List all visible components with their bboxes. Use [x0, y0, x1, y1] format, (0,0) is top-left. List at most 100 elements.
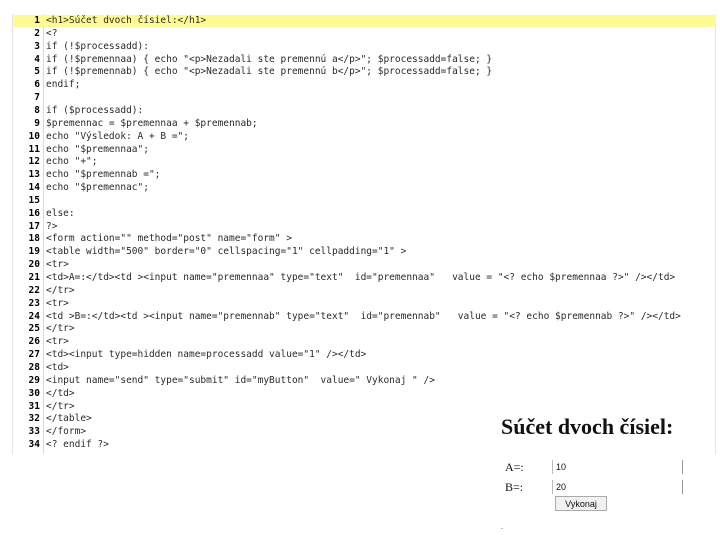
code-line[interactable]: 24 <td >B=:</td><td ><input name="premenn…	[13, 311, 716, 323]
line-text: <td><input type=hidden name=processadd v…	[46, 349, 367, 361]
line-text: <h1>Súčet dvoch čísiel:</h1>	[46, 15, 207, 26]
line-number: 7	[34, 92, 40, 104]
code-line[interactable]: 31 </tr>	[13, 401, 716, 413]
code-line[interactable]: 4 if (!$premennaa) { echo "<p>Nezadali st…	[13, 54, 716, 66]
code-line[interactable]: 12 echo "+";	[13, 156, 716, 168]
code-line[interactable]: 1 <h1>Súčet dvoch čísiel:</h1>	[13, 15, 716, 27]
line-text: </table>	[46, 413, 92, 425]
line-text: echo "$premennaa";	[46, 143, 149, 155]
line-number: 11	[28, 143, 40, 155]
code-line[interactable]: 13 echo "$premennab =";	[13, 169, 716, 181]
code-line[interactable]: 28 <td>	[13, 362, 716, 374]
line-number: 19	[28, 246, 40, 258]
label-a: A=:	[505, 460, 524, 474]
line-number: 14	[28, 182, 40, 194]
preview-title: Súčet dvoch čísiel:	[501, 414, 674, 439]
code-line[interactable]: 23 <tr>	[13, 298, 716, 310]
code-line[interactable]: 16 else:	[13, 208, 716, 220]
label-b: B=:	[505, 480, 524, 494]
line-number: 13	[28, 169, 40, 181]
line-number: 8	[34, 104, 40, 116]
line-number: 34	[28, 439, 40, 451]
line-number: 2	[34, 27, 40, 39]
line-text: if ($processadd):	[46, 104, 144, 116]
line-text: <table width="500" border="0" cellspacin…	[46, 246, 407, 258]
code-line[interactable]: 8 if ($processadd):	[13, 105, 716, 117]
code-line[interactable]: 15	[13, 195, 716, 207]
line-number: 5	[34, 66, 40, 78]
line-number: 23	[28, 297, 40, 309]
code-line[interactable]: 7	[13, 92, 716, 104]
input-a[interactable]: 10	[552, 460, 683, 474]
line-number: 9	[34, 117, 40, 129]
code-line[interactable]: 17 ?>	[13, 221, 716, 233]
line-text: <input name="send" type="submit" id="myB…	[46, 374, 435, 386]
code-line[interactable]: 29 <input name="send" type="submit" id="m…	[13, 375, 716, 387]
code-line[interactable]: 27 <td><input type=hidden name=processadd…	[13, 349, 716, 361]
code-line[interactable]: 30 </td>	[13, 388, 716, 400]
line-text: echo "+";	[46, 156, 98, 168]
code-line[interactable]: 14 echo "$premennac";	[13, 182, 716, 194]
line-text: </form>	[46, 426, 87, 438]
code-line[interactable]: 25 </tr>	[13, 323, 716, 335]
line-number: 20	[28, 259, 40, 271]
line-text: <tr>	[46, 297, 69, 309]
line-text: $premennac = $premennaa + $premennab;	[46, 117, 258, 129]
line-number: 10	[28, 130, 40, 142]
code-line[interactable]: 6 endif;	[13, 79, 716, 91]
line-text: <? endif ?>	[46, 439, 109, 451]
line-text: echo "$premennab =";	[46, 169, 161, 181]
line-text: </tr>	[46, 284, 75, 296]
line-text: <td>A=:</td><td ><input name="premennaa"…	[46, 272, 676, 283]
line-text: if (!$premennab) { echo "<p>Nezadali ste…	[46, 66, 493, 78]
line-number: 22	[28, 284, 40, 296]
line-number: 26	[28, 336, 40, 348]
code-line[interactable]: 10 echo "Výsledok: A + B =";	[13, 131, 716, 143]
code-line[interactable]: 26 <tr>	[13, 336, 716, 348]
line-text: echo "Výsledok: A + B =";	[46, 130, 189, 142]
line-number: 17	[28, 220, 40, 232]
line-text: </td>	[46, 387, 75, 399]
line-text: <td>	[46, 361, 69, 373]
line-number: 15	[28, 194, 40, 206]
submit-button[interactable]: Vykonaj	[555, 496, 607, 511]
line-number: 24	[28, 310, 40, 322]
line-text: <tr>	[46, 259, 69, 271]
line-text: <td >B=:</td><td ><input name="premennab…	[46, 310, 681, 322]
line-number: 29	[28, 374, 40, 386]
line-text: <tr>	[46, 336, 69, 348]
line-number: 31	[28, 400, 40, 412]
line-number: 16	[28, 207, 40, 219]
code-line[interactable]: 2 <?	[13, 28, 716, 40]
code-line[interactable]: 3 if (!$processadd):	[13, 41, 716, 53]
form-preview: Súčet dvoch čísiel: A=: 10 B=: 20 Vykona…	[493, 412, 715, 532]
code-editor[interactable]: 1 <h1>Súčet dvoch čísiel:</h1> 2 <? 3 if (!$p…	[12, 14, 716, 454]
line-number: 33	[28, 426, 40, 438]
line-number: 32	[28, 413, 40, 425]
line-number: 3	[34, 40, 40, 52]
line-text: <?	[46, 27, 58, 39]
preview-dot: .	[501, 522, 503, 531]
code-line[interactable]: 22 </tr>	[13, 285, 716, 297]
line-text: <form action="" method="post" name="form…	[46, 233, 292, 245]
line-text: if (!$premennaa) { echo "<p>Nezadali ste…	[46, 53, 493, 65]
line-number: 28	[28, 361, 40, 373]
code-line[interactable]: 19 <table width="500" border="0" cellspac…	[13, 246, 716, 258]
code-line[interactable]: 5 if (!$premennab) { echo "<p>Nezadali st…	[13, 66, 716, 78]
code-line[interactable]: 20 <tr>	[13, 259, 716, 271]
line-number: 25	[28, 323, 40, 335]
line-number: 12	[28, 156, 40, 168]
code-line[interactable]: 11 echo "$premennaa";	[13, 144, 716, 156]
line-text: </tr>	[46, 323, 75, 335]
line-text: endif;	[46, 79, 81, 91]
line-number: 30	[28, 387, 40, 399]
code-line[interactable]: 18 <form action="" method="post" name="fo…	[13, 233, 716, 245]
line-number: 6	[34, 79, 40, 91]
line-text: if (!$processadd):	[46, 40, 149, 52]
code-line[interactable]: 21 <td>A=:</td><td ><input name="premenna…	[13, 272, 716, 284]
line-text: ?>	[46, 220, 58, 232]
code-line[interactable]: 9 $premennac = $premennaa + $premennab;	[13, 118, 716, 130]
line-number: 21	[28, 272, 40, 283]
input-b[interactable]: 20	[552, 480, 683, 494]
line-number: 4	[34, 53, 40, 65]
